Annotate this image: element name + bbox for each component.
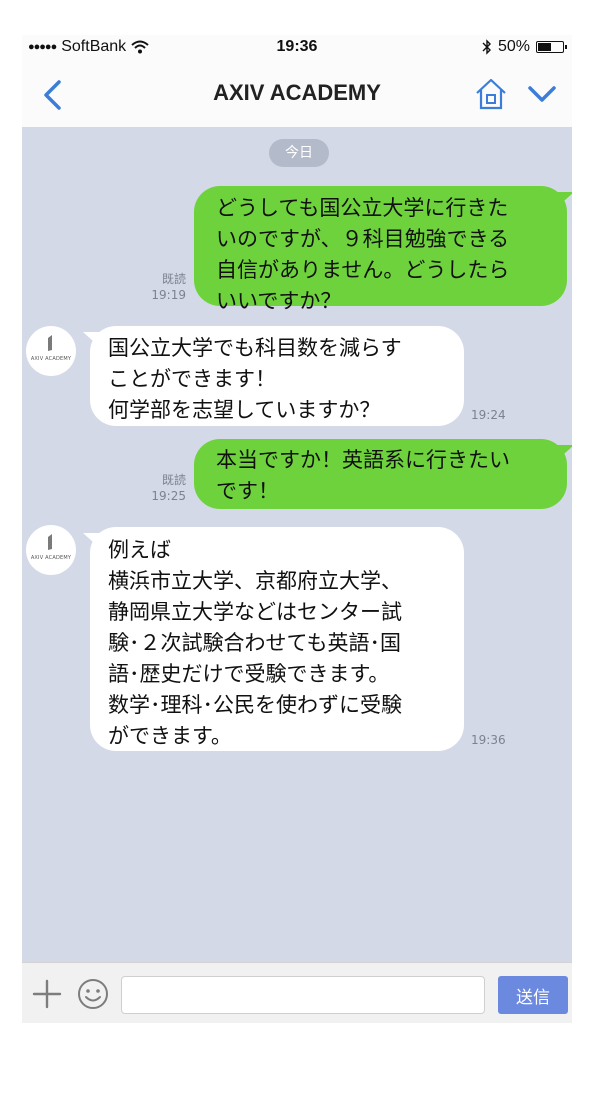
message-line: 本当ですか！英語系に行きたい	[216, 448, 510, 472]
message-time: 19:36	[471, 733, 506, 747]
read-receipt: 既読 19:25	[142, 472, 186, 504]
message-line: どうしても国公立大学に行きた	[216, 196, 509, 220]
message-line: ができます。	[108, 724, 232, 748]
academy-logo-icon	[48, 335, 52, 351]
message-line: ことができます！	[108, 367, 276, 391]
status-bar: ●●●●● SoftBank 19:36 50%	[22, 35, 572, 61]
message-line: 自信がありません。どうしたら	[216, 258, 510, 282]
message-line: 静岡県立大学などはセンター試	[108, 600, 402, 624]
message-input[interactable]	[121, 976, 485, 1014]
message-time: 19:24	[471, 408, 506, 422]
message-time: 19:19	[151, 288, 186, 302]
read-label: 既読	[161, 473, 186, 487]
plus-icon[interactable]	[32, 979, 62, 1009]
avatar-label: AXIV ACADEMY	[30, 555, 72, 561]
battery-percent: 50%	[497, 38, 530, 55]
message-input-bar: 送信	[22, 962, 572, 1023]
message-line: 国公立大学でも科目数を減らす	[108, 336, 402, 360]
contact-avatar[interactable]: AXIV ACADEMY	[26, 326, 76, 376]
message-line: 数学･理科･公民を使わずに受験	[108, 693, 402, 717]
read-receipt: 既読 19:19	[142, 271, 186, 303]
message-line: いいですか？	[216, 289, 342, 313]
date-separator: 今日	[269, 139, 329, 167]
message-line: 験･２次試験合わせても英語･国	[108, 631, 401, 655]
battery-icon	[536, 41, 567, 53]
message-line: です！	[216, 479, 279, 503]
message-line: 語･歴史だけで受験できます。	[108, 662, 390, 686]
bluetooth-icon	[482, 39, 491, 55]
header-bar: AXIV ACADEMY	[22, 61, 572, 128]
outgoing-message-bubble: 本当ですか！英語系に行きたい です！	[194, 439, 572, 509]
bubble-tail	[83, 332, 103, 350]
bubble-tail	[83, 533, 103, 551]
avatar-label: AXIV ACADEMY	[30, 356, 72, 362]
send-button[interactable]: 送信	[498, 976, 568, 1014]
outgoing-message-bubble: どうしても国公立大学に行きた いのですが、９科目勉強できる 自信がありません。ど…	[194, 186, 572, 313]
chevron-down-icon[interactable]	[527, 83, 557, 105]
message-line: いのですが、９科目勉強できる	[216, 227, 510, 251]
incoming-message-bubble: 国公立大学でも科目数を減らす ことができます！ 何学部を志望していますか？	[83, 326, 464, 426]
incoming-message-bubble: 例えば 横浜市立大学、京都府立大学、 静岡県立大学などはセンター試 験･２次試験…	[83, 527, 464, 751]
phone-screen: ●●●●● SoftBank 19:36 50% AXIV ACADEMY 今日…	[22, 35, 572, 1023]
message-line: 横浜市立大学、京都府立大学、	[108, 569, 402, 593]
message-line: 例えば	[108, 538, 171, 562]
read-label: 既読	[161, 272, 186, 286]
message-line: 何学部を志望していますか？	[108, 398, 381, 422]
status-right: 50%	[482, 38, 567, 56]
message-time: 19:25	[151, 489, 186, 503]
emoji-icon[interactable]	[77, 978, 109, 1010]
contact-avatar[interactable]: AXIV ACADEMY	[26, 525, 76, 575]
academy-logo-icon	[48, 534, 52, 550]
home-icon[interactable]	[474, 77, 508, 111]
